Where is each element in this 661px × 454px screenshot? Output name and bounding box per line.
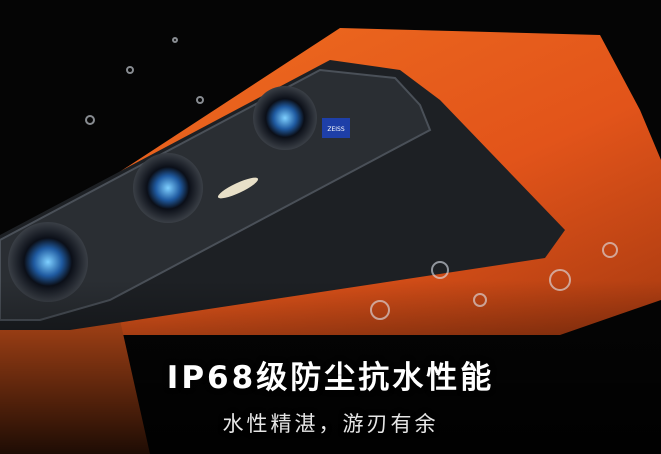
lens-icon	[253, 86, 317, 150]
zeiss-badge-text: ZEISS	[327, 126, 344, 133]
headline: IP68级防尘抗水性能	[166, 360, 495, 396]
lens-icon	[133, 153, 203, 223]
subline: 水性精湛，游刃有余	[222, 412, 439, 436]
